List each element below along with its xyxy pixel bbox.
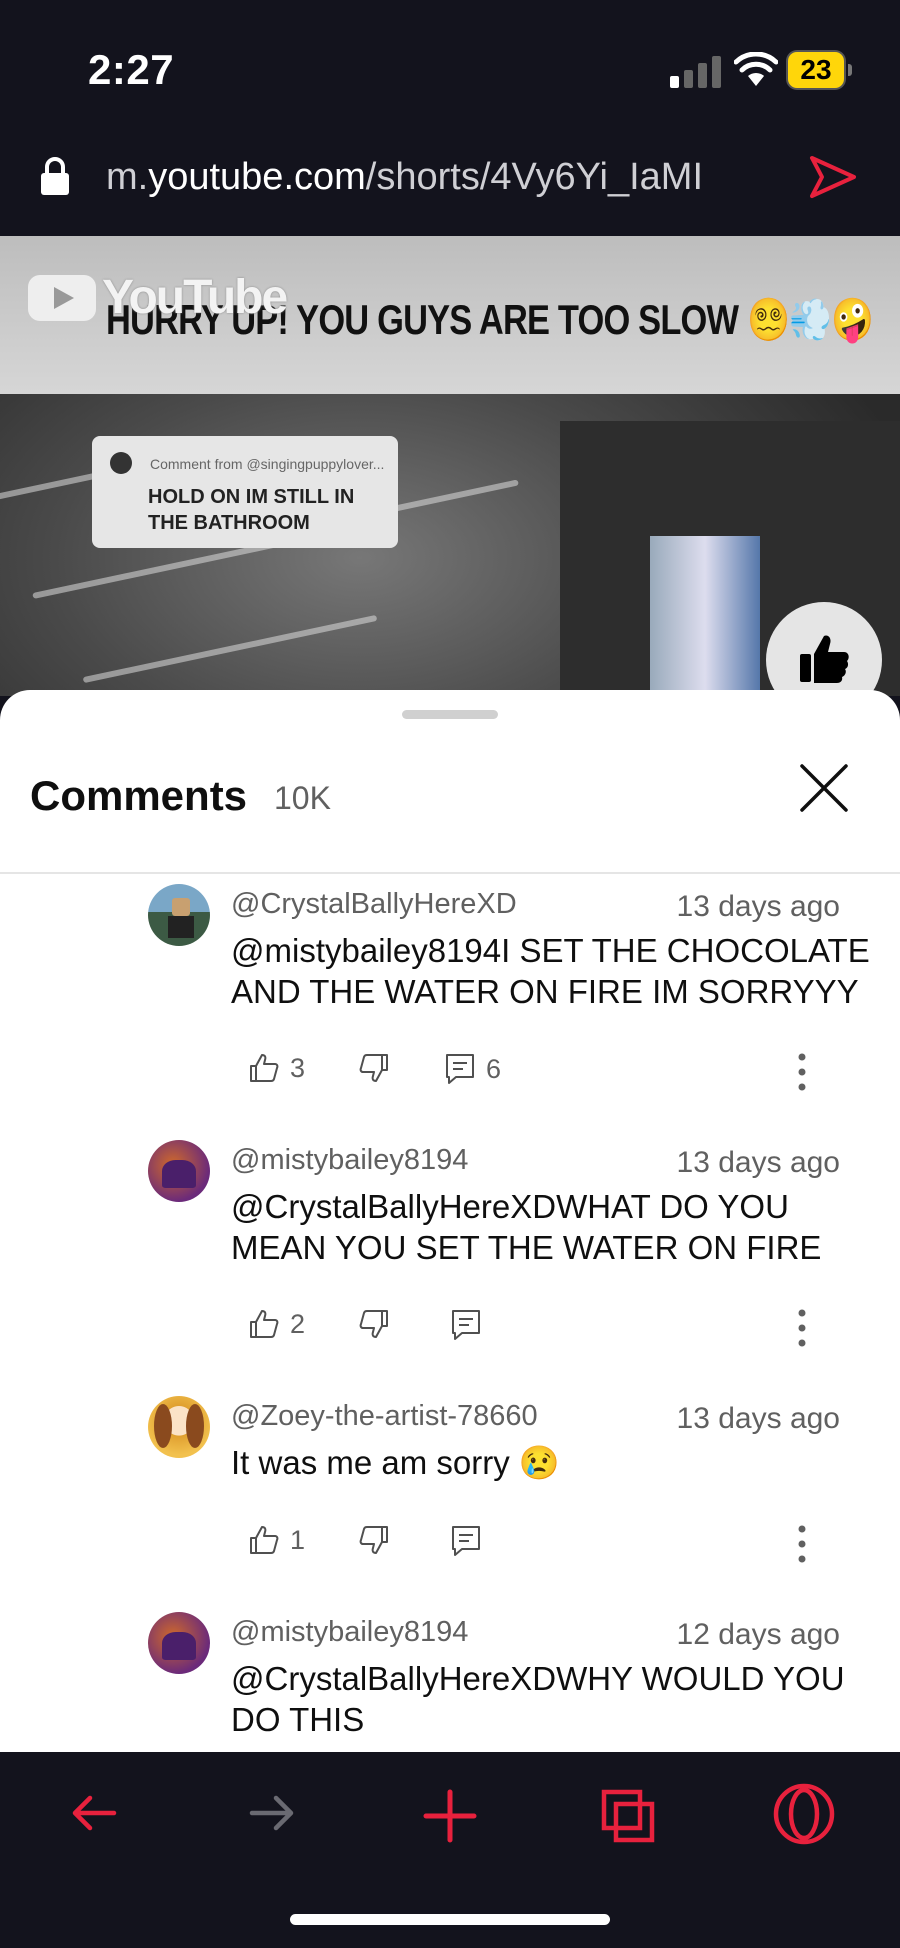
thumbs-up-outline-icon	[250, 1054, 279, 1082]
comments-count: 10K	[274, 780, 331, 816]
avatar[interactable]	[148, 884, 210, 946]
thumbs-up-icon	[800, 635, 849, 683]
status-time: 2:27	[88, 46, 175, 93]
comment-author[interactable]: @mistybailey8194	[231, 1616, 468, 1649]
comment-text: It was me am sorry 😢	[231, 1444, 560, 1481]
youtube-logo: YouTube	[28, 270, 288, 325]
forward-arrow-icon[interactable]	[246, 1788, 296, 1838]
comment-time: 12 days ago	[676, 1618, 840, 1651]
like-comment-button[interactable]: 3	[248, 1052, 305, 1084]
avatar[interactable]	[148, 1612, 210, 1674]
thumbs-up-outline-icon	[250, 1310, 279, 1338]
comments-sheet: Comments 10K @CrystalBallyHereXD 13 days…	[0, 690, 900, 1752]
dislike-comment-button[interactable]	[358, 1052, 390, 1084]
reply-button[interactable]: 6	[444, 1052, 501, 1086]
bubble-avatar	[110, 452, 132, 474]
battery-indicator: 23	[788, 52, 852, 88]
cellular-signal-icon	[670, 56, 722, 88]
comment-text: @mistybailey8194I SET THE CHOCOLATE AND …	[231, 932, 870, 1010]
send-icon[interactable]	[808, 154, 858, 200]
tabs-icon[interactable]	[600, 1788, 656, 1844]
comment-text: @CrystalBallyHereXDWHAT DO YOU MEAN YOU …	[231, 1188, 822, 1266]
comment-time: 13 days ago	[676, 1146, 840, 1179]
comment-time: 13 days ago	[676, 890, 840, 923]
thumbs-down-outline-icon	[359, 1054, 388, 1082]
comment-text: @CrystalBallyHereXDWHY WOULD YOU DO THIS	[231, 1660, 845, 1738]
status-bar: 2:27 23	[0, 0, 900, 140]
thumbs-down-outline-icon	[359, 1526, 388, 1554]
comment-author[interactable]: @Zoey-the-artist-78660	[231, 1400, 538, 1433]
more-options-icon[interactable]	[796, 1052, 808, 1092]
comments-title: Comments	[30, 772, 248, 819]
thumbs-down-outline-icon	[359, 1310, 388, 1338]
bubble-text: HOLD ON IM STILL IN THE BATHROOM	[148, 486, 355, 534]
avatar[interactable]	[148, 1140, 210, 1202]
browser-bottom-bar	[0, 1752, 900, 1948]
video-highlight	[650, 536, 760, 696]
reply-icon	[452, 1526, 480, 1556]
avatar[interactable]	[148, 1396, 210, 1458]
reply-icon	[446, 1054, 474, 1084]
like-comment-button[interactable]: 2	[248, 1308, 305, 1340]
header-divider	[0, 872, 900, 874]
home-indicator[interactable]	[290, 1914, 610, 1925]
dislike-comment-button[interactable]	[358, 1524, 390, 1556]
youtube-play-icon	[28, 274, 96, 321]
thumbs-up-outline-icon	[250, 1526, 279, 1554]
new-tab-plus-icon[interactable]	[422, 1788, 478, 1844]
comment-time: 13 days ago	[676, 1402, 840, 1435]
dislike-comment-button[interactable]	[358, 1308, 390, 1340]
more-options-icon[interactable]	[796, 1308, 808, 1348]
more-options-icon[interactable]	[796, 1524, 808, 1564]
reply-icon	[452, 1310, 480, 1340]
bubble-from: Comment from @singingpuppylover...	[150, 456, 385, 472]
video-player[interactable]: HURRY UP! YOU GUYS ARE TOO SLOW 😵‍💫💨🤪 Yo…	[0, 236, 900, 696]
opera-menu-icon[interactable]	[772, 1782, 836, 1846]
drag-handle[interactable]	[402, 710, 498, 719]
reply-button[interactable]	[450, 1524, 482, 1558]
reply-button[interactable]	[450, 1308, 482, 1342]
like-comment-button[interactable]: 1	[248, 1524, 305, 1556]
video-comment-bubble: Comment from @singingpuppylover... HOLD …	[92, 436, 398, 548]
close-icon[interactable]	[796, 760, 852, 816]
lock-icon	[41, 157, 69, 195]
wifi-icon	[734, 52, 778, 86]
comment-author[interactable]: @CrystalBallyHereXD	[231, 888, 517, 921]
back-arrow-icon[interactable]	[70, 1788, 120, 1838]
url-text[interactable]: m.youtube.com/shorts/4Vy6Yi_IaMI	[106, 156, 703, 199]
comment-author[interactable]: @mistybailey8194	[231, 1144, 468, 1177]
